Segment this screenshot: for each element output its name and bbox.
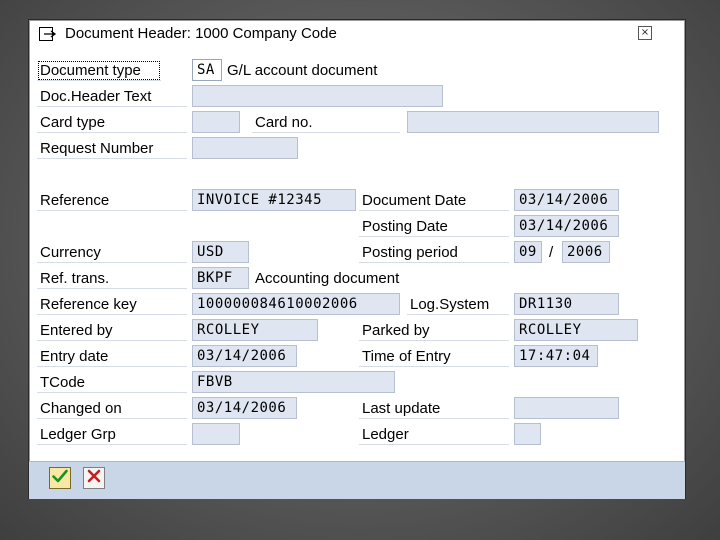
currency-label: Currency (37, 242, 187, 263)
reference-label: Reference (37, 190, 187, 211)
currency-field[interactable]: USD (192, 241, 249, 263)
reference-key-field[interactable]: 100000084610002006 (192, 293, 400, 315)
entry-date-label: Entry date (37, 346, 187, 367)
ledger-grp-field[interactable] (192, 423, 240, 445)
reference-field[interactable]: INVOICE #12345 (192, 189, 356, 211)
ledger-field[interactable] (514, 423, 541, 445)
last-update-label: Last update (359, 398, 509, 419)
request-number-label: Request Number (37, 138, 187, 159)
card-type-field[interactable] (192, 111, 240, 133)
document-type-label: Document type (37, 60, 161, 81)
posting-year-field[interactable]: 2006 (562, 241, 610, 263)
entered-by-label: Entered by (37, 320, 187, 341)
doc-header-text-field[interactable] (192, 85, 443, 107)
document-date-field[interactable]: 03/14/2006 (514, 189, 619, 211)
document-window-icon (39, 27, 57, 41)
entry-date-field[interactable]: 03/14/2006 (192, 345, 297, 367)
cancel-x-icon (87, 469, 101, 488)
cancel-button[interactable] (83, 467, 105, 489)
request-number-field[interactable] (192, 137, 298, 159)
posting-date-label: Posting Date (359, 216, 509, 237)
parked-by-field[interactable]: RCOLLEY (514, 319, 638, 341)
card-type-label: Card type (37, 112, 187, 133)
document-date-label: Document Date (359, 190, 509, 211)
checkmark-icon (52, 469, 68, 488)
changed-on-label: Changed on (37, 398, 187, 419)
close-icon: × (640, 27, 650, 38)
posting-period-field[interactable]: 09 (514, 241, 542, 263)
entered-by-field[interactable]: RCOLLEY (192, 319, 318, 341)
changed-on-field[interactable]: 03/14/2006 (192, 397, 297, 419)
reference-key-label: Reference key (37, 294, 187, 315)
last-update-field[interactable] (514, 397, 619, 419)
dialog-titlebar: Document Header: 1000 Company Code × (29, 20, 685, 48)
log-system-field[interactable]: DR1130 (514, 293, 619, 315)
card-no-label: Card no. (252, 112, 400, 133)
ledger-grp-label: Ledger Grp (37, 424, 187, 445)
doc-header-text-label: Doc.Header Text (37, 86, 187, 107)
log-system-label: Log.System (407, 294, 509, 315)
confirm-button[interactable] (49, 467, 71, 489)
ref-trans-field[interactable]: BKPF (192, 267, 249, 289)
document-header-dialog: Document Header: 1000 Company Code × Doc… (28, 19, 686, 499)
tcode-label: TCode (37, 372, 187, 393)
close-button[interactable]: × (638, 26, 652, 40)
document-type-description: G/L account document (227, 62, 378, 79)
ref-trans-label: Ref. trans. (37, 268, 187, 289)
posting-date-field[interactable]: 03/14/2006 (514, 215, 619, 237)
card-no-field[interactable] (407, 111, 659, 133)
posting-period-label: Posting period (359, 242, 509, 263)
ledger-label: Ledger (359, 424, 509, 445)
ref-trans-description: Accounting document (255, 270, 400, 287)
time-of-entry-field[interactable]: 17:47:04 (514, 345, 598, 367)
document-type-field[interactable]: SA (192, 59, 222, 81)
period-separator: / (549, 244, 554, 261)
tcode-field[interactable]: FBVB (192, 371, 395, 393)
time-of-entry-label: Time of Entry (359, 346, 509, 367)
parked-by-label: Parked by (359, 320, 509, 341)
dialog-footer (29, 461, 685, 499)
dialog-title: Document Header: 1000 Company Code (65, 25, 337, 42)
